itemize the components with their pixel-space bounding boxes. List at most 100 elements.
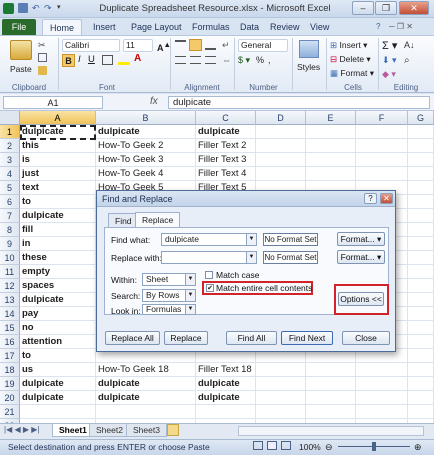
- table-cell[interactable]: [256, 125, 306, 139]
- table-cell[interactable]: [408, 405, 434, 419]
- dialog-help-button[interactable]: ?: [364, 193, 377, 204]
- table-cell[interactable]: text: [20, 181, 96, 195]
- within-dropdown-icon[interactable]: ▼: [185, 274, 195, 285]
- table-cell[interactable]: [408, 125, 434, 139]
- table-cell[interactable]: [256, 363, 306, 377]
- find-next-button[interactable]: Find Next: [281, 331, 333, 345]
- customize-qat-icon[interactable]: ▾: [57, 3, 61, 11]
- table-cell[interactable]: Filler Text 3: [196, 153, 256, 167]
- table-cell[interactable]: empty: [20, 265, 96, 279]
- column-header-f[interactable]: F: [356, 111, 408, 125]
- tab-insert[interactable]: Insert: [86, 19, 123, 35]
- replace-button[interactable]: Replace: [164, 331, 208, 345]
- insert-cells-button[interactable]: ⊞ Insert ▾: [330, 40, 367, 51]
- table-cell[interactable]: this: [20, 139, 96, 153]
- table-cell[interactable]: dulpicate: [96, 377, 196, 391]
- align-left-icon[interactable]: [175, 56, 186, 64]
- row-header[interactable]: 21: [0, 405, 20, 419]
- table-cell[interactable]: to: [20, 349, 96, 363]
- replace-with-input[interactable]: [161, 251, 257, 264]
- font-name-select[interactable]: Calibri: [62, 39, 120, 52]
- number-format-select[interactable]: General: [238, 39, 288, 52]
- table-cell[interactable]: [306, 363, 356, 377]
- table-cell[interactable]: Filler Text 2: [196, 139, 256, 153]
- search-dropdown-icon[interactable]: ▼: [185, 290, 195, 301]
- autosum-icon[interactable]: Σ ▾: [382, 39, 397, 52]
- tab-replace[interactable]: Replace: [135, 212, 181, 227]
- table-cell[interactable]: [408, 153, 434, 167]
- tab-formulas[interactable]: Formulas: [185, 19, 237, 35]
- table-cell[interactable]: dulpicate: [20, 391, 96, 405]
- zoom-in-icon[interactable]: ⊕: [414, 440, 422, 454]
- table-cell[interactable]: [96, 405, 196, 419]
- table-cell[interactable]: [256, 377, 306, 391]
- table-cell[interactable]: [408, 293, 434, 307]
- table-cell[interactable]: How-To Geek 2: [96, 139, 196, 153]
- table-cell[interactable]: [408, 251, 434, 265]
- table-cell[interactable]: [256, 139, 306, 153]
- format-painter-icon[interactable]: [38, 66, 47, 75]
- table-cell[interactable]: [356, 363, 408, 377]
- column-header-e[interactable]: E: [306, 111, 356, 125]
- paste-icon[interactable]: [10, 40, 32, 60]
- table-cell[interactable]: dulpicate: [96, 125, 196, 139]
- table-cell[interactable]: [196, 405, 256, 419]
- row-header[interactable]: 8: [0, 223, 20, 237]
- find-what-dropdown-icon[interactable]: ▼: [246, 234, 256, 245]
- table-cell[interactable]: [408, 321, 434, 335]
- cut-icon[interactable]: ✂: [38, 40, 46, 51]
- table-cell[interactable]: [408, 139, 434, 153]
- tab-page-layout[interactable]: Page Layout: [124, 19, 189, 35]
- table-cell[interactable]: [408, 223, 434, 237]
- merge-icon[interactable]: ⇔: [222, 55, 231, 65]
- row-header[interactable]: 20: [0, 391, 20, 405]
- close-window-button[interactable]: ✕: [399, 1, 429, 15]
- options-button[interactable]: Options <<: [338, 292, 384, 306]
- name-box[interactable]: A1: [3, 96, 103, 109]
- replace-with-dropdown-icon[interactable]: ▼: [246, 252, 256, 263]
- fill-color-icon[interactable]: [118, 55, 130, 65]
- table-cell[interactable]: dulpicate: [20, 293, 96, 307]
- table-cell[interactable]: is: [20, 153, 96, 167]
- zoom-out-icon[interactable]: ⊖: [325, 440, 333, 454]
- find-select-icon[interactable]: ⌕: [404, 55, 410, 66]
- table-cell[interactable]: [356, 139, 408, 153]
- table-cell[interactable]: [356, 125, 408, 139]
- row-header[interactable]: 18: [0, 363, 20, 377]
- row-header[interactable]: 10: [0, 251, 20, 265]
- row-header[interactable]: 5: [0, 181, 20, 195]
- column-header-a[interactable]: A: [20, 111, 96, 125]
- zoom-level[interactable]: 100%: [299, 440, 321, 454]
- find-what-input[interactable]: dulpicate: [161, 233, 257, 246]
- table-cell[interactable]: dulpicate: [196, 391, 256, 405]
- undo-icon[interactable]: ↶: [32, 3, 40, 14]
- align-bottom-icon[interactable]: [205, 40, 216, 50]
- table-cell[interactable]: [256, 405, 306, 419]
- table-cell[interactable]: these: [20, 251, 96, 265]
- sheet-nav-icons[interactable]: |◀ ◀ ▶ ▶|: [4, 425, 39, 434]
- column-header-d[interactable]: D: [256, 111, 306, 125]
- row-header[interactable]: 2: [0, 139, 20, 153]
- clear-icon[interactable]: ◆ ▾: [382, 69, 396, 80]
- copy-icon[interactable]: [38, 53, 47, 62]
- table-cell[interactable]: [306, 391, 356, 405]
- currency-icon[interactable]: $ ▾: [238, 55, 250, 66]
- sort-filter-icon[interactable]: A↓: [404, 40, 415, 50]
- table-cell[interactable]: dulpicate: [196, 377, 256, 391]
- table-cell[interactable]: [408, 265, 434, 279]
- fx-icon[interactable]: fx: [150, 96, 158, 107]
- table-cell[interactable]: [408, 349, 434, 363]
- align-center-icon[interactable]: [190, 56, 201, 64]
- wrap-text-icon[interactable]: ↵: [222, 40, 230, 51]
- table-cell[interactable]: dulpicate: [20, 377, 96, 391]
- underline-button[interactable]: U: [88, 54, 95, 65]
- table-cell[interactable]: to: [20, 195, 96, 209]
- tab-review[interactable]: Review: [263, 19, 307, 35]
- table-cell[interactable]: [20, 405, 96, 419]
- find-all-button[interactable]: Find All: [226, 331, 277, 345]
- select-all-corner[interactable]: [0, 111, 20, 125]
- delete-cells-button[interactable]: ⊟ Delete ▾: [330, 54, 371, 65]
- table-cell[interactable]: no: [20, 321, 96, 335]
- table-cell[interactable]: [356, 153, 408, 167]
- table-cell[interactable]: [306, 125, 356, 139]
